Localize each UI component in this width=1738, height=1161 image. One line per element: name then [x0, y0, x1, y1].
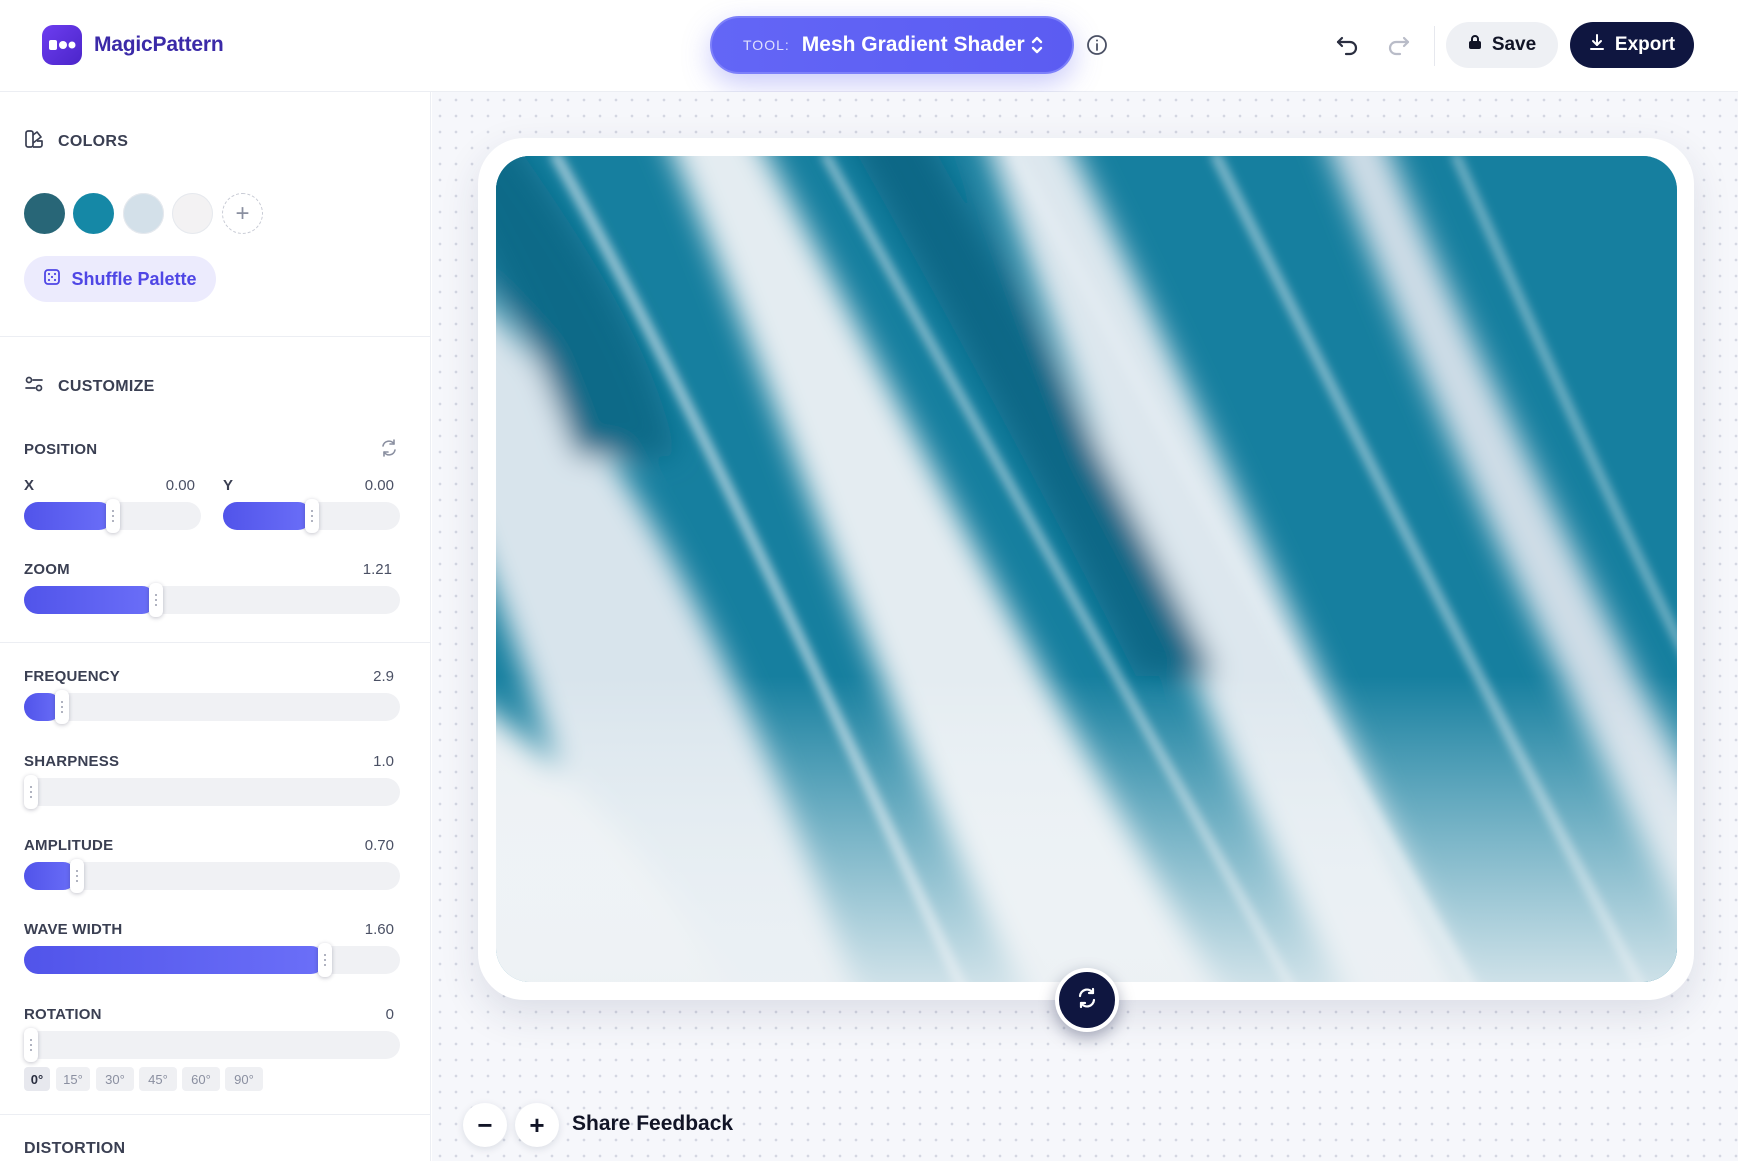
- wave-width-slider[interactable]: [24, 943, 400, 977]
- rotation-preset[interactable]: 0°: [24, 1067, 50, 1091]
- rotation-preset[interactable]: 45°: [139, 1067, 177, 1091]
- rotation-slider-thumb[interactable]: [24, 1028, 38, 1062]
- x-label: X: [24, 477, 35, 494]
- redo-icon[interactable]: [1384, 30, 1414, 60]
- frequency-label: FREQUENCY: [24, 668, 120, 685]
- sharpness-slider[interactable]: [24, 775, 400, 809]
- sharpness-value: 1.0: [373, 753, 394, 770]
- zoom-slider[interactable]: [24, 583, 400, 617]
- lock-icon: [1468, 34, 1482, 56]
- section-divider: [0, 336, 430, 337]
- position-label: POSITION: [24, 441, 98, 458]
- minus-icon: −: [477, 1109, 493, 1140]
- color-swatch[interactable]: [73, 193, 114, 234]
- x-slider[interactable]: [24, 499, 201, 533]
- amplitude-value: 0.70: [364, 837, 394, 854]
- wave-width-slider-fill: [24, 946, 325, 974]
- y-slider-thumb[interactable]: [305, 499, 319, 533]
- export-button[interactable]: Export: [1570, 22, 1694, 68]
- zoom-slider-thumb[interactable]: [149, 583, 163, 617]
- color-swatch[interactable]: [172, 193, 213, 234]
- zoom-value: 1.21: [362, 561, 392, 578]
- logo-icon: [42, 25, 82, 65]
- top-header: MagicPattern TOOL: Mesh Gradient Shader …: [0, 0, 1738, 92]
- plus-icon: +: [235, 199, 250, 227]
- y-value: 0.00: [364, 477, 394, 494]
- plus-icon: +: [529, 1109, 545, 1140]
- download-icon: [1589, 33, 1605, 57]
- info-icon[interactable]: [1086, 34, 1108, 56]
- y-slider-fill: [223, 502, 312, 530]
- sidebar: COLORS + Shuffle Palette CUSTOMIZE POSIT…: [0, 92, 431, 1161]
- rotation-slider[interactable]: [24, 1028, 400, 1062]
- header-divider: [1434, 26, 1435, 66]
- zoom-in-button[interactable]: +: [515, 1103, 559, 1147]
- palette-icon: [24, 129, 44, 154]
- rotation-value: 0: [385, 1006, 394, 1023]
- x-slider-fill: [24, 502, 113, 530]
- distortion-section-title: DISTORTION: [24, 1140, 126, 1157]
- y-slider[interactable]: [223, 499, 400, 533]
- add-color-button[interactable]: +: [222, 193, 263, 234]
- rotation-preset[interactable]: 90°: [225, 1067, 263, 1091]
- rotation-label: ROTATION: [24, 1006, 102, 1023]
- frequency-slider[interactable]: [24, 690, 400, 724]
- sliders-icon: [24, 374, 44, 399]
- export-button-label: Export: [1614, 34, 1676, 55]
- save-button-label: Save: [1491, 34, 1537, 55]
- amplitude-slider-thumb[interactable]: [70, 859, 84, 893]
- customize-section-title: CUSTOMIZE: [24, 374, 155, 399]
- app-name: MagicPattern: [94, 33, 224, 56]
- rotation-preset[interactable]: 30°: [96, 1067, 134, 1091]
- sharpness-label: SHARPNESS: [24, 753, 120, 770]
- rotation-preset[interactable]: 60°: [182, 1067, 220, 1091]
- logo[interactable]: MagicPattern: [42, 25, 224, 65]
- tool-selector[interactable]: TOOL: Mesh Gradient Shader: [710, 16, 1074, 74]
- gradient-preview-art: [496, 156, 1677, 982]
- wave-width-slider-thumb[interactable]: [318, 943, 332, 977]
- amplitude-label: AMPLITUDE: [24, 837, 114, 854]
- zoom-slider-fill: [24, 586, 156, 614]
- section-divider: [0, 1114, 430, 1115]
- wave-width-value: 1.60: [364, 921, 394, 938]
- y-label: Y: [223, 477, 234, 494]
- zoom-out-button[interactable]: −: [463, 1103, 507, 1147]
- refresh-icon: [1076, 987, 1098, 1014]
- section-divider: [0, 642, 430, 643]
- zoom-label: ZOOM: [24, 561, 70, 578]
- colors-section-title: COLORS: [24, 129, 128, 154]
- regenerate-button[interactable]: [1055, 968, 1119, 1032]
- wave-width-label: WAVE WIDTH: [24, 921, 123, 938]
- save-button[interactable]: Save: [1446, 22, 1558, 68]
- undo-icon[interactable]: [1332, 30, 1362, 60]
- chevron-up-down-icon: [1030, 34, 1044, 61]
- gradient-preview[interactable]: [496, 156, 1677, 982]
- frequency-value: 2.9: [373, 668, 394, 685]
- x-slider-thumb[interactable]: [106, 499, 120, 533]
- shuffle-palette-button[interactable]: Shuffle Palette: [24, 256, 216, 302]
- x-value: 0.00: [165, 477, 195, 494]
- amplitude-slider[interactable]: [24, 859, 400, 893]
- share-feedback-link[interactable]: Share Feedback: [572, 1112, 733, 1136]
- color-swatch[interactable]: [123, 193, 164, 234]
- dice-icon: [43, 268, 61, 291]
- rotation-preset[interactable]: 15°: [56, 1067, 90, 1091]
- frequency-slider-thumb[interactable]: [55, 690, 69, 724]
- sharpness-slider-thumb[interactable]: [24, 775, 38, 809]
- reset-icon[interactable]: [380, 439, 400, 459]
- tool-selector-label: TOOL:: [743, 37, 790, 53]
- color-swatch[interactable]: [24, 193, 65, 234]
- tool-selector-value: Mesh Gradient Shader: [801, 33, 1025, 56]
